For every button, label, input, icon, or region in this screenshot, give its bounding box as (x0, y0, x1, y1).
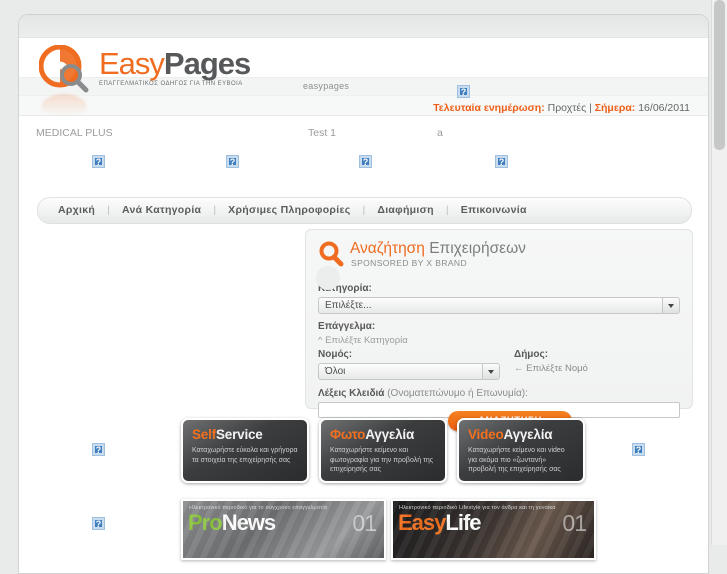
thumbnail-row (19, 155, 708, 171)
broken-image-icon[interactable] (457, 85, 470, 99)
ticker-item-3[interactable]: a (437, 127, 443, 139)
keywords-label-main: Λέξεις Κλειδιά (318, 388, 385, 399)
promo-description: Καταχωρήστε κείμενο και φωτογραφία για τ… (330, 447, 434, 473)
magazine-issue-number: 01 (352, 510, 377, 536)
category-select[interactable]: Επιλέξτε... (318, 297, 680, 314)
search-sponsor-label: SPONSORED BY X BRAND (351, 258, 468, 268)
logo-wordmark: EasyPages ΕΠΑΓΓΕΛΜΑΤΙΚΟΣ ΟΔΗΓΟΣ ΓΙΑ ΤΗΝ … (99, 46, 251, 88)
promo-title-part-a: Self (192, 427, 216, 442)
broken-image-icon[interactable] (92, 443, 105, 457)
promo-card-video-listing[interactable]: VideoΑγγελία Καταχωρήστε κείμενο και vid… (457, 418, 585, 483)
county-select-value: Όλοι (325, 366, 346, 377)
ticker-item-2[interactable]: Test 1 (308, 127, 336, 139)
nav-separator: | (213, 204, 217, 216)
magazine-banner-easylife[interactable]: Ηλεκτρονικό περιοδικό Lifestyle για τον … (391, 499, 596, 560)
search-title-secondary: Επιχειρήσεων (429, 240, 526, 257)
broken-image-icon[interactable] (495, 155, 508, 169)
magazine-title-part-b: News (221, 510, 276, 535)
main-navigation: Αρχική | Ανά Κατηγορία | Χρήσιμες Πληροφ… (37, 197, 692, 224)
promo-title-part-b: Αγγελία (365, 427, 415, 442)
promo-title-part-b: Αγγελία (503, 427, 553, 442)
logo-text-pages: Pages (163, 46, 251, 81)
promo-title: VideoΑγγελία (468, 427, 574, 442)
promo-title-part-b: Service (215, 427, 263, 442)
county-group: Νομός: Όλοι (318, 347, 508, 380)
logo-tagline: ΕΠΑΓΓΕΛΜΑΤΙΚΟΣ ΟΔΗΓΟΣ ΓΙΑ ΤΗΝ ΕΥΒΟΙΑ (99, 81, 243, 87)
search-panel-header: Αναζήτηση Επιχειρήσεων SPONSORED BY X BR… (316, 240, 680, 290)
keywords-label-note: (Ονοματεπώνυμο ή Επωνυμία): (387, 388, 528, 399)
last-update-label: Τελευταία ενημέρωση: (433, 102, 545, 114)
promo-card-self-service[interactable]: SelfService Καταχωρήστε εύκολα και γρήγο… (181, 418, 309, 483)
magazine-title-part-a: Easy (398, 510, 446, 535)
nav-item-advertising[interactable]: Διαφήμιση (377, 204, 433, 216)
search-panel-title: Αναζήτηση Επιχειρήσεων (350, 240, 526, 257)
brand-word: easypages (303, 81, 350, 91)
promo-title-part-a: Video (468, 427, 504, 442)
search-title-primary: Αναζήτηση (350, 240, 425, 257)
page-scrollbar[interactable] (711, 0, 727, 545)
broken-image-icon[interactable] (226, 155, 239, 169)
last-update-value: Προχτές (547, 102, 587, 114)
magazine-title: 01 EasyLife (393, 510, 594, 536)
scrollbar-thumb[interactable] (714, 0, 725, 150)
magazine-issue-number: 01 (562, 510, 587, 536)
magazine-banner-pronews[interactable]: Ηλεκτρονικό περιοδικό για το σύγχρονο επ… (181, 499, 386, 560)
chevron-down-icon[interactable] (662, 298, 679, 313)
nav-separator: | (445, 204, 449, 216)
county-label: Νομός: (318, 349, 353, 360)
ticker-item-1[interactable]: MEDICAL PLUS (36, 127, 113, 139)
broken-image-icon[interactable] (92, 517, 105, 531)
magazine-title-part-b: Life (445, 510, 481, 535)
municipality-group: Δήμος: ← Επιλέξτε Νομό (514, 347, 588, 374)
municipality-hint: ← Επιλέξτε Νομό (514, 363, 588, 374)
nav-item-by-category[interactable]: Ανά Κατηγορία (122, 204, 201, 216)
promo-title-part-a: Φωτο (330, 427, 366, 442)
promo-card-photo-listing[interactable]: ΦωτοΑγγελία Καταχωρήστε κείμενο και φωτο… (319, 418, 447, 483)
window-top-bar (19, 15, 708, 38)
category-label: Κατηγορία: (318, 283, 372, 294)
ticker-row: MEDICAL PLUS Test 1 a (19, 127, 708, 143)
promo-title: ΦωτοΑγγελία (330, 427, 436, 442)
nav-separator: | (107, 204, 110, 216)
business-search-panel: Αναζήτηση Επιχειρήσεων SPONSORED BY X BR… (305, 229, 693, 418)
chevron-down-icon[interactable] (482, 364, 499, 379)
municipality-label: Δήμος: (514, 349, 549, 360)
today-value: 16/06/2011 (638, 102, 690, 114)
location-row: Νομός: Όλοι Δήμος: ← Επιλέξτε Νομό (318, 347, 680, 381)
nav-item-home[interactable]: Αρχική (58, 204, 95, 216)
nav-item-useful-info[interactable]: Χρήσιμες Πληροφορίες (228, 204, 350, 216)
promo-description: Καταχωρήστε εύκολα και γρήγορα τα στοιχε… (192, 447, 298, 464)
update-separator: | (589, 102, 592, 114)
nav-item-contact[interactable]: Επικοινωνία (461, 204, 527, 216)
today-label: Σήμερα: (594, 102, 636, 114)
county-select[interactable]: Όλοι (318, 363, 500, 380)
site-logo[interactable]: EasyPages ΕΠΑΓΓΕΛΜΑΤΙΚΟΣ ΟΔΗΓΟΣ ΓΙΑ ΤΗΝ … (38, 42, 269, 116)
magnifier-logo-icon (38, 44, 89, 95)
broken-image-icon[interactable] (632, 443, 645, 457)
logo-text-easy: Easy (99, 46, 165, 81)
broken-image-icon[interactable] (359, 155, 372, 169)
search-logo-ghost (316, 266, 340, 290)
magazine-title-part-a: Pro (188, 510, 223, 535)
category-select-value: Επιλέξτε... (325, 300, 372, 311)
promo-title: SelfService (192, 427, 298, 442)
magazine-title: 01 ProNews (183, 510, 384, 536)
logo-reflection (41, 94, 87, 116)
keywords-label: Λέξεις Κλειδιά (Ονοματεπώνυμο ή Επωνυμία… (318, 388, 680, 399)
nav-separator: | (362, 204, 366, 216)
promo-description: Καταχωρήστε κείμενο και video για ακόμα … (468, 447, 565, 473)
broken-image-icon[interactable] (92, 155, 105, 169)
profession-label: Επάγγελμα: (318, 321, 376, 332)
page-container: EasyPages ΕΠΑΓΓΕΛΜΑΤΙΚΟΣ ΟΔΗΓΟΣ ΓΙΑ ΤΗΝ … (18, 14, 709, 574)
profession-hint: ^ Επιλέξτε Κατηγορία (318, 335, 408, 346)
last-update-bar: Τελευταία ενημέρωση: Προχτές | Σήμερα: 1… (433, 102, 690, 114)
search-magnifier-icon (318, 241, 344, 267)
